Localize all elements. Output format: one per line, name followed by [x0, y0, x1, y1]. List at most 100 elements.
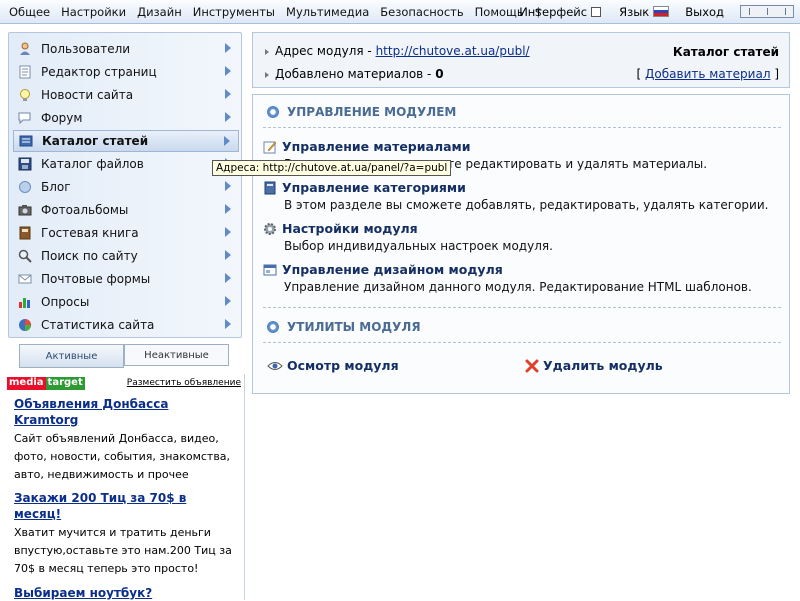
gear-icon [263, 222, 277, 236]
main-menu: Общее Настройки Дизайн Инструменты Мульт… [4, 0, 548, 23]
sidebar-item-files[interactable]: Каталог файлов [13, 153, 239, 175]
interface-checkbox[interactable] [591, 6, 602, 17]
sidebar-item-guestbook[interactable]: Гостевая книга [13, 222, 239, 244]
logout-link[interactable]: Выход [685, 5, 724, 19]
module-settings-link[interactable]: Настройки модуля [263, 221, 783, 236]
sidebar-item-photo-albums[interactable]: Фотоальбомы [13, 199, 239, 221]
tab-active[interactable]: Активные [19, 344, 124, 368]
ad-title-link[interactable]: Выбираем ноутбук? [14, 585, 234, 601]
divider [263, 342, 781, 343]
sidebar-item-mail-forms[interactable]: Почтовые формы [13, 268, 239, 290]
delete-module-button[interactable]: Удалить модуль [525, 358, 663, 373]
module-settings-desc: Выбор индивидуальных настроек модуля. [284, 239, 553, 253]
sidebar-item-forum[interactable]: Форум [13, 107, 239, 129]
module-address-row: Адрес модуля - http://chutove.at.ua/publ… [265, 44, 530, 58]
module-design-item: Управление дизайном модуля Управление ди… [263, 262, 783, 294]
chevron-right-icon [225, 89, 231, 99]
sidebar-item-label: Форум [41, 111, 83, 125]
menu-multimedia[interactable]: Мультимедиа [286, 5, 369, 19]
module-info-box: Адрес модуля - http://chutove.at.ua/publ… [252, 32, 790, 88]
tab-inactive[interactable]: Неактивные [124, 344, 229, 366]
materials-count: 0 [435, 67, 444, 81]
menu-general[interactable]: Общее [9, 5, 50, 19]
sidebar-item-users[interactable]: Пользователи [13, 38, 239, 60]
chevron-right-icon [225, 43, 231, 53]
section-bullet-icon [267, 321, 279, 333]
sidebar-item-label: Поиск по сайту [41, 249, 138, 263]
sidebar-item-blog[interactable]: Блог [13, 176, 239, 198]
edit-materials-icon [263, 140, 277, 154]
bullet-icon [265, 48, 269, 55]
manage-categories-item: Управление категориями В этом разделе вы… [263, 180, 783, 212]
interface-label: Интерфейс [519, 4, 588, 19]
top-right-controls: Интерфейс Язык Выход [515, 0, 794, 23]
inspect-module-button[interactable]: Осмотр модуля [267, 358, 399, 373]
sidebar-item-label: Фотоальбомы [41, 203, 129, 217]
sidebar-item-label: Гостевая книга [41, 226, 139, 240]
module-design-desc: Управление дизайном данного модуля. Реда… [284, 280, 752, 294]
sidebar-item-label: Пользователи [41, 42, 131, 56]
categories-icon [263, 181, 277, 195]
sidebar-item-polls[interactable]: Опросы [13, 291, 239, 313]
poll-icon [17, 294, 33, 310]
chevron-right-icon [225, 273, 231, 283]
menu-tools[interactable]: Инструменты [193, 5, 275, 19]
chevron-right-icon [225, 319, 231, 329]
mediatarget-logo[interactable]: media target [7, 377, 85, 390]
manage-categories-desc: В этом разделе вы сможете добавлять, ред… [284, 198, 769, 212]
mail-icon [17, 271, 33, 287]
chevron-right-icon [225, 112, 231, 122]
eye-icon [267, 360, 283, 372]
chevron-right-icon [225, 204, 231, 214]
ad-item: Закажи 200 Тиц за 70$ в месяц! Хватит му… [14, 490, 234, 578]
divider [263, 307, 781, 308]
guestbook-icon [17, 225, 33, 241]
sidebar-item-label: Новости сайта [41, 88, 134, 102]
place-ad-link[interactable]: Разместить объявление [127, 378, 241, 388]
delete-x-icon [525, 359, 539, 373]
page-editor-icon [17, 64, 33, 80]
bullet-icon [265, 71, 269, 78]
news-icon [17, 87, 33, 103]
modules-sidebar: Пользователи Редактор страниц Новости са… [8, 32, 242, 338]
section-module-management: УПРАВЛЕНИЕ МОДУЛЕМ [267, 105, 456, 119]
module-address-link[interactable]: http://chutove.at.ua/publ/ [376, 44, 530, 58]
chevron-right-icon [225, 181, 231, 191]
russian-flag-icon[interactable] [653, 6, 670, 17]
chevron-right-icon [225, 296, 231, 306]
manage-materials-link[interactable]: Управление материалами [263, 139, 783, 154]
stats-icon [17, 317, 33, 333]
sidebar-item-label: Статистика сайта [41, 318, 155, 332]
sidebar-item-site-search[interactable]: Поиск по сайту [13, 245, 239, 267]
sidebar-item-page-editor[interactable]: Редактор страниц [13, 61, 239, 83]
menu-design[interactable]: Дизайн [137, 5, 182, 19]
width-slider[interactable] [740, 5, 794, 18]
ad-title-link[interactable]: Объявления Донбасса Kramtorg [14, 396, 234, 428]
add-material-link[interactable]: Добавить материал [645, 67, 770, 81]
sidebar-item-articles[interactable]: Каталог статей [13, 130, 239, 152]
ads-header: media target Разместить объявление [7, 377, 241, 391]
sidebar-item-label: Блог [41, 180, 71, 194]
forum-icon [17, 110, 33, 126]
address-tooltip: Адреса: http://chutove.at.ua/panel/?a=pu… [212, 160, 452, 176]
divider [263, 127, 781, 128]
module-tabs: Активные Неактивные [19, 344, 229, 368]
articles-icon [18, 133, 34, 149]
module-title: Каталог статей [672, 45, 779, 59]
ad-item: Выбираем ноутбук? [14, 585, 234, 601]
module-management-panel: УПРАВЛЕНИЕ МОДУЛЕМ Управление материалам… [252, 94, 790, 394]
menu-settings[interactable]: Настройки [61, 5, 126, 19]
manage-categories-link[interactable]: Управление категориями [263, 180, 783, 195]
sidebar-item-label: Почтовые формы [41, 272, 151, 286]
sidebar-item-label: Каталог файлов [41, 157, 144, 171]
menu-security[interactable]: Безопасность [380, 5, 463, 19]
module-design-link[interactable]: Управление дизайном модуля [263, 262, 783, 277]
ad-title-link[interactable]: Закажи 200 Тиц за 70$ в месяц! [14, 490, 234, 522]
sidebar-item-news[interactable]: Новости сайта [13, 84, 239, 106]
section-module-utilities: УТИЛИТЫ МОДУЛЯ [267, 320, 421, 334]
sidebar-item-label: Редактор страниц [41, 65, 157, 79]
ad-item: Объявления Донбасса Kramtorg Сайт объявл… [14, 396, 234, 484]
sidebar-item-statistics[interactable]: Статистика сайта [13, 314, 239, 336]
language-label: Язык [619, 4, 650, 19]
camera-icon [17, 202, 33, 218]
